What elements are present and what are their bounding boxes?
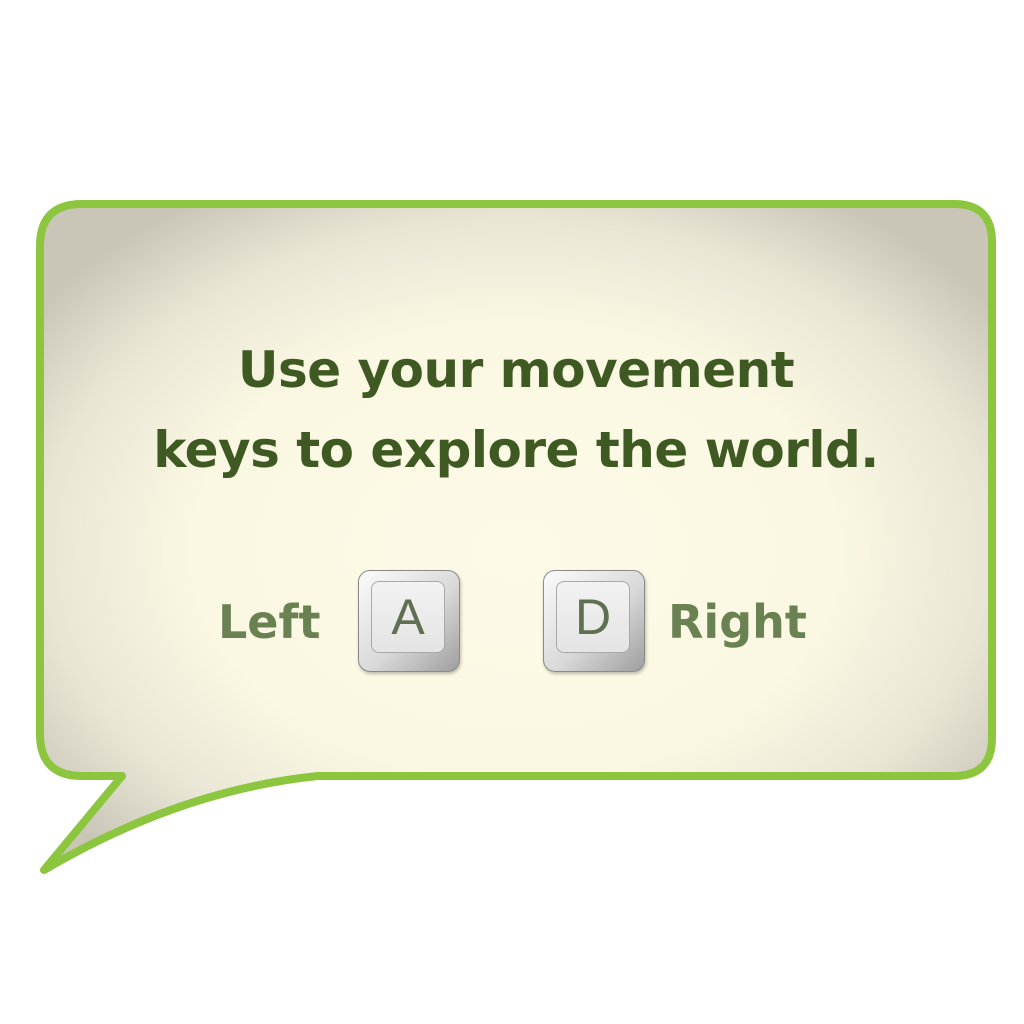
a-key-icon: A bbox=[358, 570, 460, 672]
tutorial-overlay: Use your movement keys to explore the wo… bbox=[0, 0, 1024, 1024]
move-right-label: Right bbox=[668, 595, 807, 649]
speech-bubble-shape bbox=[36, 200, 996, 874]
speech-bubble bbox=[36, 200, 996, 874]
d-key-icon: D bbox=[543, 570, 645, 672]
tutorial-message-line-2: keys to explore the world. bbox=[153, 421, 879, 479]
move-left-label: Left bbox=[218, 595, 321, 649]
tutorial-message: Use your movement keys to explore the wo… bbox=[100, 330, 932, 490]
movement-controls: Left A D Right bbox=[0, 566, 1024, 676]
d-key-letter: D bbox=[556, 581, 630, 653]
tutorial-message-line-1: Use your movement bbox=[237, 341, 795, 399]
a-key-letter: A bbox=[371, 581, 445, 653]
